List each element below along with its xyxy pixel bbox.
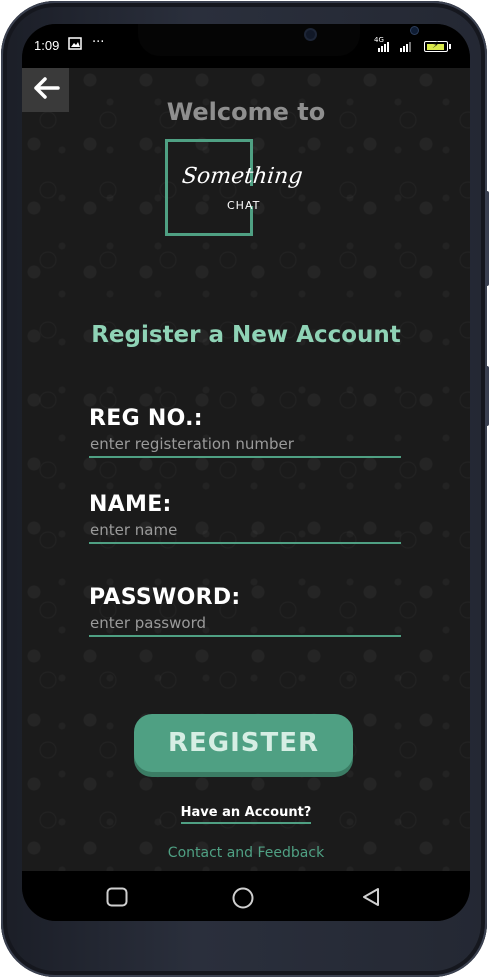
navigation-bar — [22, 871, 470, 921]
screen: 1:09 ··· 4G ⚡ Welcome to Something CHAT … — [22, 24, 470, 921]
reg-no-label: REG NO.: — [89, 406, 203, 431]
image-icon — [68, 37, 82, 52]
logo-title: Something — [180, 164, 304, 189]
name-input[interactable] — [89, 519, 401, 544]
status-time: 1:09 — [34, 38, 60, 53]
back-triangle-icon[interactable] — [361, 887, 381, 911]
more-icon: ··· — [92, 35, 105, 50]
contact-feedback-link[interactable]: Contact and Feedback — [22, 845, 470, 861]
password-input[interactable] — [89, 612, 401, 637]
power-button — [485, 366, 489, 426]
logo-subtitle: CHAT — [227, 199, 261, 212]
register-screen: Welcome to Something CHAT Register a New… — [22, 68, 470, 871]
status-bar: 1:09 ··· 4G ⚡ — [22, 24, 470, 68]
name-field: NAME: — [89, 492, 401, 544]
welcome-text: Welcome to — [166, 98, 326, 126]
phone-frame: 1:09 ··· 4G ⚡ Welcome to Something CHAT … — [1, 1, 489, 977]
name-label: NAME: — [89, 492, 172, 517]
signal-icon — [378, 41, 418, 54]
have-account-row: Have an Account? — [22, 801, 470, 824]
front-camera — [411, 27, 418, 34]
register-button[interactable]: REGISTER — [134, 714, 353, 772]
home-icon[interactable] — [232, 887, 254, 913]
password-label: PASSWORD: — [89, 585, 241, 610]
speaker-dot — [306, 30, 315, 39]
notch — [138, 24, 418, 56]
form-heading: Register a New Account — [91, 322, 401, 348]
reg-no-field: REG NO.: — [89, 406, 401, 458]
password-field: PASSWORD: — [89, 585, 401, 637]
volume-button — [485, 191, 489, 286]
battery-icon: ⚡ — [424, 40, 451, 52]
reg-no-input[interactable] — [89, 433, 401, 458]
have-account-link[interactable]: Have an Account? — [180, 805, 312, 824]
recent-apps-icon[interactable] — [106, 887, 128, 911]
